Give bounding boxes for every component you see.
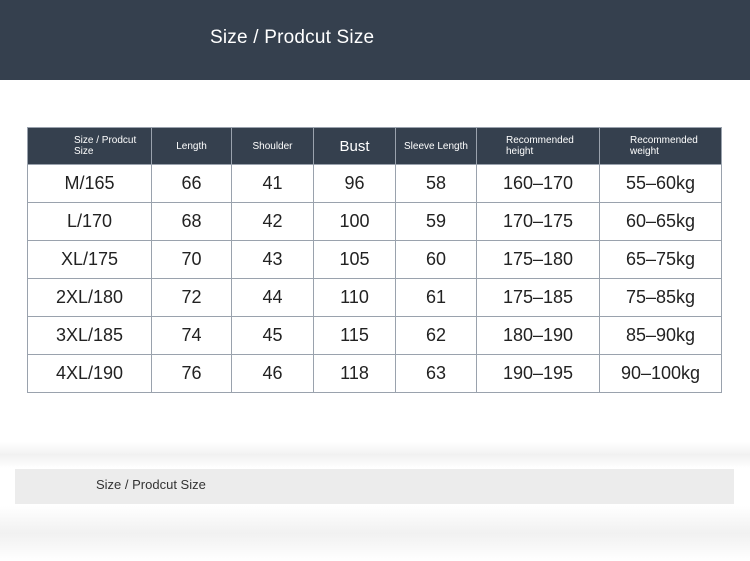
table-cell: 175–185 (476, 278, 600, 317)
bottom-bar-label: Size / Prodcut Size (96, 477, 206, 492)
table-cell: 58 (395, 164, 477, 203)
table-cell: 180–190 (476, 316, 600, 355)
table-cell: M/165 (27, 164, 152, 203)
table-row: L/170 68 42 100 59 170–175 60–65kg (27, 202, 722, 241)
table-cell: 45 (231, 316, 314, 355)
top-banner: Size / Prodcut Size (0, 0, 750, 80)
column-header: Sleeve Length (395, 127, 477, 165)
table-cell: 46 (231, 354, 314, 393)
table-cell: 105 (313, 240, 396, 279)
column-header: Shoulder (231, 127, 314, 165)
table-cell: 160–170 (476, 164, 600, 203)
background-texture-band (0, 442, 750, 468)
table-cell: 4XL/190 (27, 354, 152, 393)
size-table: Size / Prodcut Size Length Shoulder Bust… (27, 127, 722, 393)
column-header: Bust (313, 127, 396, 165)
table-cell: 41 (231, 164, 314, 203)
column-header: Recommended weight (599, 127, 722, 165)
table-cell: 59 (395, 202, 477, 241)
table-cell: 115 (313, 316, 396, 355)
banner-title: Size / Prodcut Size (210, 27, 375, 48)
table-cell: 42 (231, 202, 314, 241)
table-cell: 75–85kg (599, 278, 722, 317)
table-cell: 175–180 (476, 240, 600, 279)
table-cell: 70 (151, 240, 232, 279)
size-chart: Size / Prodcut Size Length Shoulder Bust… (27, 127, 722, 393)
table-cell: 170–175 (476, 202, 600, 241)
bottom-bar: Size / Prodcut Size (15, 469, 734, 504)
background-texture-band (0, 506, 750, 561)
table-cell: 100 (313, 202, 396, 241)
table-cell: 3XL/185 (27, 316, 152, 355)
table-cell: 72 (151, 278, 232, 317)
table-cell: 74 (151, 316, 232, 355)
table-cell: 62 (395, 316, 477, 355)
table-cell: 65–75kg (599, 240, 722, 279)
table-cell: 190–195 (476, 354, 600, 393)
table-row: M/165 66 41 96 58 160–170 55–60kg (27, 164, 722, 203)
table-cell: 85–90kg (599, 316, 722, 355)
table-cell: 76 (151, 354, 232, 393)
table-cell: 63 (395, 354, 477, 393)
table-cell: XL/175 (27, 240, 152, 279)
column-header: Recommended height (476, 127, 600, 165)
table-cell: 110 (313, 278, 396, 317)
table-cell: 44 (231, 278, 314, 317)
table-cell: 96 (313, 164, 396, 203)
table-header-row: Size / Prodcut Size Length Shoulder Bust… (27, 127, 722, 165)
table-row: 3XL/185 74 45 115 62 180–190 85–90kg (27, 316, 722, 355)
column-header: Size / Prodcut Size (27, 127, 152, 165)
table-cell: 118 (313, 354, 396, 393)
table-cell: 68 (151, 202, 232, 241)
table-cell: 55–60kg (599, 164, 722, 203)
table-cell: 2XL/180 (27, 278, 152, 317)
table-row: XL/175 70 43 105 60 175–180 65–75kg (27, 240, 722, 279)
table-row: 4XL/190 76 46 118 63 190–195 90–100kg (27, 354, 722, 393)
table-cell: 60–65kg (599, 202, 722, 241)
table-cell: 90–100kg (599, 354, 722, 393)
column-header: Length (151, 127, 232, 165)
table-cell: 66 (151, 164, 232, 203)
table-cell: L/170 (27, 202, 152, 241)
table-cell: 61 (395, 278, 477, 317)
table-cell: 60 (395, 240, 477, 279)
table-row: 2XL/180 72 44 110 61 175–185 75–85kg (27, 278, 722, 317)
table-cell: 43 (231, 240, 314, 279)
